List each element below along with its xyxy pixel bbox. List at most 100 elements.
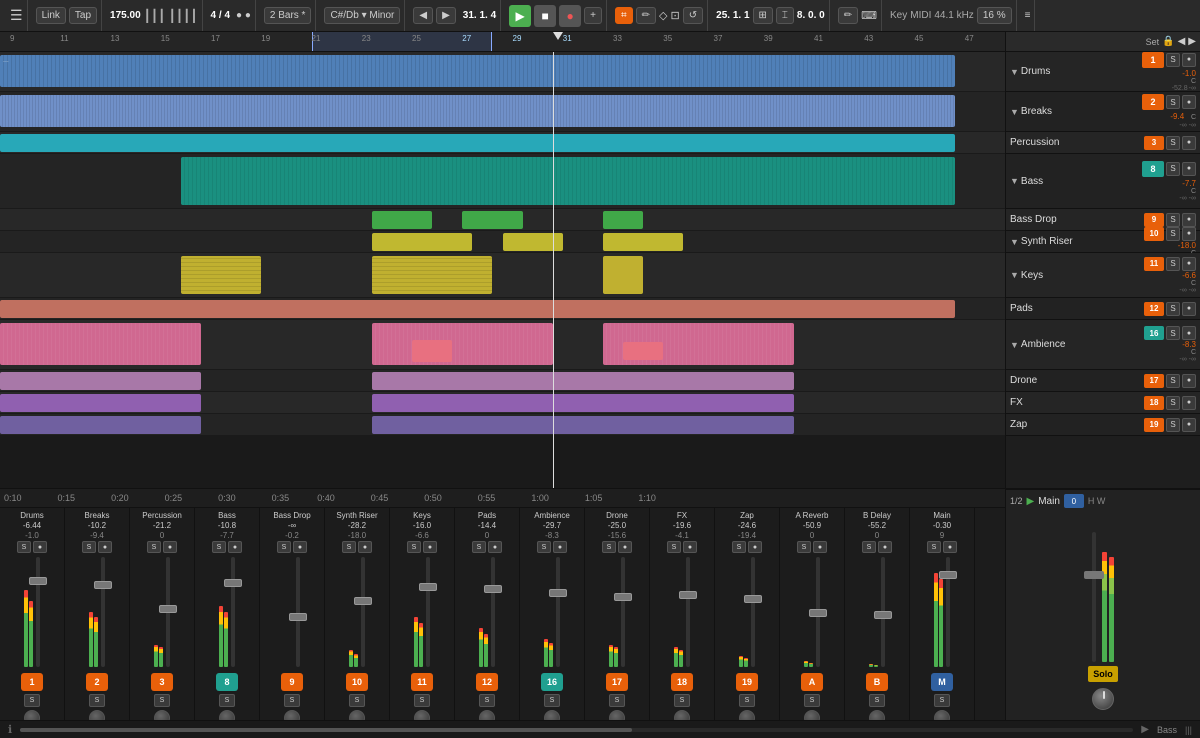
synthriser-s-button[interactable]: S xyxy=(1166,227,1180,241)
drums-expand-icon[interactable]: ▼ xyxy=(1010,67,1019,77)
ambience-s-button[interactable]: S xyxy=(1166,326,1180,340)
ch-fader-10[interactable] xyxy=(686,557,690,667)
ch-s2-btn-8[interactable]: S xyxy=(544,694,560,707)
ch-fader-area-3[interactable] xyxy=(196,554,258,671)
clip-breaks-main[interactable] xyxy=(0,95,955,127)
ch-m-btn-7[interactable]: ● xyxy=(488,541,502,553)
zap-m-button[interactable]: ● xyxy=(1182,418,1196,432)
ch-s2-btn-14[interactable]: S xyxy=(934,694,950,707)
arrow-right-icon[interactable]: ▶ xyxy=(1188,36,1196,47)
drone-m-button[interactable]: ● xyxy=(1182,374,1196,388)
bassdrop-s-button[interactable]: S xyxy=(1166,213,1180,227)
clip-ambience-2[interactable] xyxy=(372,323,553,365)
ch-fader-area-0[interactable] xyxy=(1,554,63,671)
ambience-m-button[interactable]: ● xyxy=(1182,326,1196,340)
ch-fader-5[interactable] xyxy=(361,557,365,667)
ch-m-btn-1[interactable]: ● xyxy=(98,541,112,553)
keys-s-button[interactable]: S xyxy=(1166,257,1180,271)
info-icon[interactable]: ℹ xyxy=(8,723,12,736)
ch-fader-area-4[interactable] xyxy=(261,554,323,671)
progress-bar[interactable] xyxy=(20,728,1133,732)
clip-fx-1[interactable] xyxy=(0,394,201,412)
ch-s2-btn-3[interactable]: S xyxy=(219,694,235,707)
ch-m-btn-11[interactable]: ● xyxy=(748,541,762,553)
ch-fader-13[interactable] xyxy=(881,557,885,667)
clip-synthriser-3[interactable] xyxy=(603,233,683,251)
ch-s2-btn-10[interactable]: S xyxy=(674,694,690,707)
breaks-expand-icon[interactable]: ▼ xyxy=(1010,107,1019,117)
clip-zap-1[interactable] xyxy=(0,416,201,434)
ch-s-btn-14[interactable]: S xyxy=(927,541,941,553)
ch-m-btn-8[interactable]: ● xyxy=(553,541,567,553)
ch-fader-11[interactable] xyxy=(751,557,755,667)
zap-s-button[interactable]: S xyxy=(1166,418,1180,432)
ch-m-btn-2[interactable]: ● xyxy=(163,541,177,553)
master-pan-knob[interactable] xyxy=(1092,688,1114,710)
ch-fader-area-14[interactable] xyxy=(911,554,973,671)
ch-fader-6[interactable] xyxy=(426,557,430,667)
loop-icon[interactable]: ↺ xyxy=(683,7,703,24)
bass-expand-icon[interactable]: ▼ xyxy=(1010,176,1019,186)
clip-drone-2[interactable] xyxy=(372,372,794,390)
ch-fader-12[interactable] xyxy=(816,557,820,667)
ch-m-btn-0[interactable]: ● xyxy=(33,541,47,553)
clip-drone-1[interactable] xyxy=(0,372,201,390)
bassdrop-m-button[interactable]: ● xyxy=(1182,213,1196,227)
clip-synthriser-2[interactable] xyxy=(503,233,563,251)
clip-ambience-1[interactable] xyxy=(0,323,201,365)
ch-fader-area-8[interactable] xyxy=(521,554,583,671)
ch-s-btn-13[interactable]: S xyxy=(862,541,876,553)
ch-fader-area-12[interactable] xyxy=(781,554,843,671)
punch-button[interactable]: ⌶ xyxy=(776,7,794,24)
ch-fader-area-10[interactable] xyxy=(651,554,713,671)
ch-fader-area-9[interactable] xyxy=(586,554,648,671)
ch-s-btn-11[interactable]: S xyxy=(732,541,746,553)
fx-s-button[interactable]: S xyxy=(1166,396,1180,410)
ch-m-btn-5[interactable]: ● xyxy=(358,541,372,553)
clip-ambience-small[interactable] xyxy=(412,340,452,362)
master-fader-area[interactable] xyxy=(1010,512,1196,662)
ch-m-btn-9[interactable]: ● xyxy=(618,541,632,553)
play-button[interactable]: ▶ xyxy=(509,5,531,27)
timeline-ruler[interactable]: 9 11 13 15 17 19 21 23 25 27 29 31 33 35… xyxy=(0,32,1005,52)
ch-m-btn-6[interactable]: ● xyxy=(423,541,437,553)
ch-m-btn-12[interactable]: ● xyxy=(813,541,827,553)
ch-s-btn-2[interactable]: S xyxy=(147,541,161,553)
drone-s-button[interactable]: S xyxy=(1166,374,1180,388)
bass-m-button[interactable]: ● xyxy=(1182,162,1196,176)
more-icon[interactable]: ≡ xyxy=(1025,10,1031,21)
synthriser-m-button[interactable]: ● xyxy=(1182,227,1196,241)
ch-s-btn-6[interactable]: S xyxy=(407,541,421,553)
breaks-m-button[interactable]: ● xyxy=(1182,95,1196,109)
clip-bassdrop-2[interactable] xyxy=(462,211,522,229)
ch-s2-btn-7[interactable]: S xyxy=(479,694,495,707)
clip-percussion[interactable] xyxy=(0,134,955,152)
ch-s-btn-9[interactable]: S xyxy=(602,541,616,553)
tap-button[interactable]: Tap xyxy=(69,7,97,24)
add-button[interactable]: + xyxy=(584,7,602,24)
ambience-expand-icon[interactable]: ▼ xyxy=(1010,340,1019,350)
ch-s2-btn-4[interactable]: S xyxy=(284,694,300,707)
ch-s-btn-0[interactable]: S xyxy=(17,541,31,553)
clip-synthriser-1[interactable] xyxy=(372,233,473,251)
ch-fader-14[interactable] xyxy=(946,557,950,667)
clip-pads-main[interactable] xyxy=(0,300,955,318)
ch-s-btn-10[interactable]: S xyxy=(667,541,681,553)
stop-button[interactable]: ■ xyxy=(534,5,556,27)
ch-m-btn-13[interactable]: ● xyxy=(878,541,892,553)
pads-s-button[interactable]: S xyxy=(1166,302,1180,316)
ch-s-btn-4[interactable]: S xyxy=(277,541,291,553)
ch-m-btn-3[interactable]: ● xyxy=(228,541,242,553)
forward-button[interactable]: ▶ xyxy=(436,7,456,24)
ch-m-btn-10[interactable]: ● xyxy=(683,541,697,553)
clip-bass-overlay[interactable] xyxy=(181,157,955,205)
clip-keys-2[interactable] xyxy=(372,256,493,294)
pencil-button[interactable]: ✏ xyxy=(838,7,858,24)
ch-fader-area-11[interactable] xyxy=(716,554,778,671)
mixer-expand-icon[interactable]: ▶ xyxy=(1027,496,1035,507)
ch-fader-area-1[interactable] xyxy=(66,554,128,671)
shapes-icon[interactable]: ◇ ⊡ xyxy=(659,9,680,22)
ch-s2-btn-6[interactable]: S xyxy=(414,694,430,707)
ch-fader-area-13[interactable] xyxy=(846,554,908,671)
percussion-m-button[interactable]: ● xyxy=(1182,136,1196,150)
